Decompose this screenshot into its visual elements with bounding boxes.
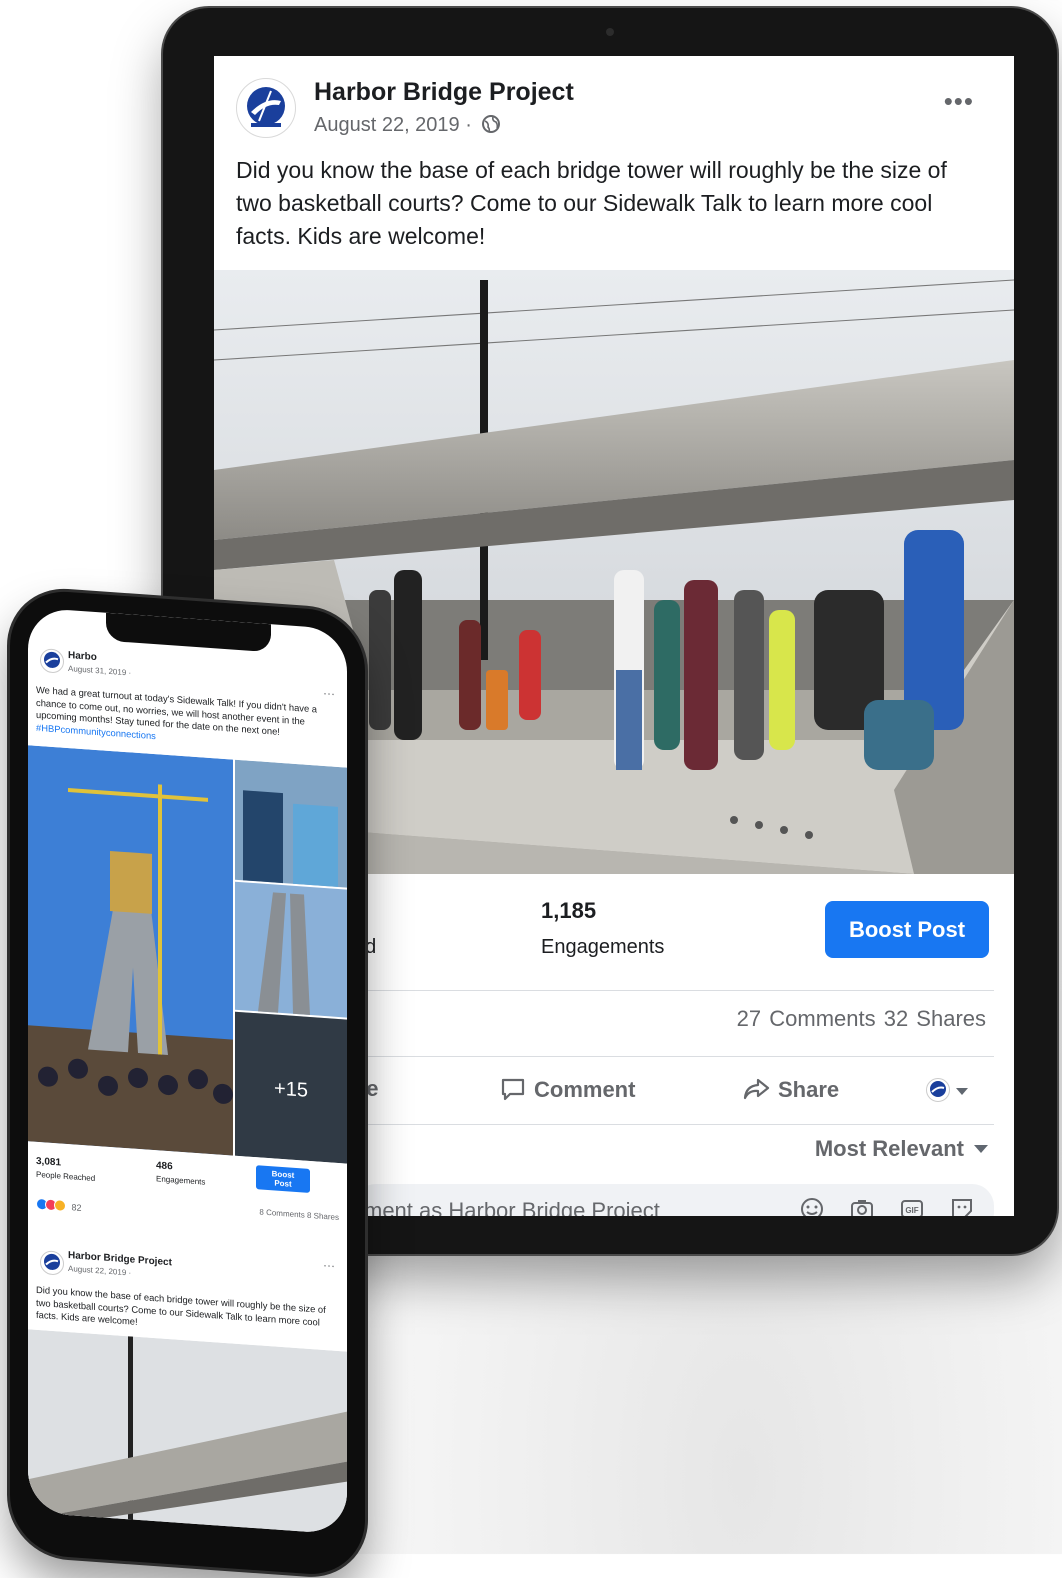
- share-button[interactable]: Share: [742, 1076, 839, 1103]
- comment-label: Comment: [534, 1077, 636, 1102]
- phone-frame: Harbo August 31, 2019 · ··· We had a gre…: [10, 588, 365, 1578]
- page-name[interactable]: Harbor Bridge Project: [314, 78, 574, 107]
- share-label: Share: [778, 1077, 840, 1102]
- phone-engagements-label: Engagements: [156, 1174, 206, 1187]
- engagements-count: 1,185: [541, 898, 597, 923]
- phone-engagements-count: 486: [156, 1160, 173, 1173]
- phone-post-text: We had a great turnout at today's Sidewa…: [36, 684, 336, 755]
- post-header: Harbor Bridge Project August 22, 2019 · …: [214, 56, 1014, 146]
- dropdown-caret-icon[interactable]: [956, 1088, 968, 1095]
- divider: [354, 1056, 994, 1057]
- comment-button[interactable]: Comment: [500, 1076, 635, 1103]
- phone-more-options-icon[interactable]: ···: [323, 686, 335, 701]
- emoji-icon[interactable]: [799, 1196, 825, 1216]
- gif-icon[interactable]: GIF: [899, 1196, 925, 1216]
- divider: [354, 990, 994, 991]
- phone-reactions[interactable]: 82: [36, 1197, 82, 1214]
- sort-label: Most Relevant: [814, 1136, 964, 1161]
- boost-post-button[interactable]: Boost Post: [825, 901, 989, 958]
- phone-post-date[interactable]: August 31, 2019 ·: [68, 664, 131, 677]
- phone-more-options-icon[interactable]: ···: [323, 1258, 335, 1273]
- phone-post2-photo[interactable]: [28, 1329, 347, 1535]
- sticker-icon[interactable]: [949, 1196, 975, 1216]
- more-options-icon[interactable]: •••: [944, 86, 974, 117]
- camera-icon[interactable]: [849, 1196, 875, 1216]
- phone-boost-post-button[interactable]: Boost Post: [256, 1165, 310, 1193]
- phone-screen: Harbo August 31, 2019 · ··· We had a gre…: [28, 607, 347, 1535]
- phone-page-avatar[interactable]: [40, 1250, 64, 1276]
- wow-reaction-icon: [54, 1199, 66, 1212]
- post-date[interactable]: August 22, 2019 ·: [314, 114, 501, 140]
- comment-sort-dropdown[interactable]: Most Relevant: [815, 1136, 988, 1162]
- page-avatar[interactable]: [236, 78, 296, 138]
- phone-notch: [106, 612, 271, 653]
- divider: [354, 1124, 994, 1125]
- phone-device: Harbo August 31, 2019 · ··· We had a gre…: [0, 588, 400, 1578]
- phone-people-reached-label: People Reached: [36, 1169, 96, 1183]
- phone-people-reached-count: 3,081: [36, 1155, 62, 1169]
- comment-input[interactable]: ment as Harbor Bridge Project GIF: [354, 1184, 994, 1216]
- phone-page-avatar[interactable]: [40, 648, 64, 674]
- phone-post2-date[interactable]: August 22, 2019 ·: [68, 1264, 131, 1277]
- globe-icon: [481, 114, 501, 140]
- comment-icon: [501, 1078, 525, 1101]
- post-date-text: August 22, 2019 ·: [314, 114, 472, 136]
- share-icon: [743, 1078, 770, 1100]
- svg-text:GIF: GIF: [905, 1206, 918, 1215]
- dropdown-caret-icon: [974, 1145, 988, 1153]
- tablet-camera: [606, 28, 614, 36]
- comments-shares-count[interactable]: 27 Comments 32 Shares: [737, 1006, 986, 1032]
- more-photos-count: +15: [274, 1077, 308, 1101]
- comment-placeholder: ment as Harbor Bridge Project: [364, 1198, 660, 1216]
- phone-reactions-count: 82: [71, 1202, 82, 1214]
- phone-page-name[interactable]: Harbo: [68, 650, 97, 663]
- phone-photo-collage[interactable]: +15: [28, 745, 347, 1164]
- post-text: Did you know the base of each bridge tow…: [236, 157, 947, 249]
- engagements-label: Engagements: [541, 936, 665, 958]
- post-as-avatar[interactable]: [926, 1078, 950, 1102]
